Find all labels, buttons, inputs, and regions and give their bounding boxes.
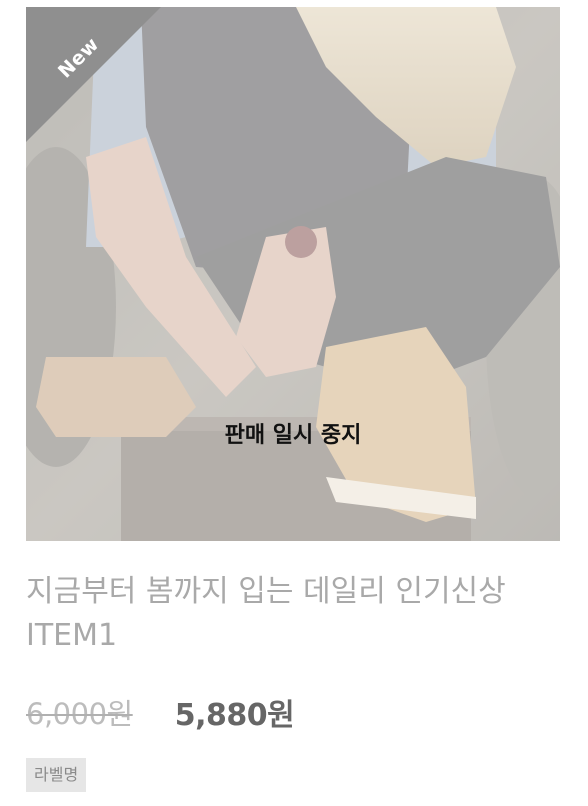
label-badge: 라벨명 (26, 758, 87, 792)
product-title[interactable]: 지금부터 봄까지 입는 데일리 인기신상 ITEM1 (26, 570, 566, 658)
price-row: 6,000원 5,880원 (26, 690, 295, 734)
new-ribbon (26, 7, 161, 142)
sale-price: 5,880원 (174, 698, 295, 733)
sales-suspended-label: 판매 일시 중지 (224, 423, 362, 448)
original-price: 6,000원 (26, 697, 133, 731)
product-card[interactable]: New 판매 일시 중지 지금부터 봄까지 입는 데일리 인기신상 ITEM1 … (0, 0, 588, 806)
product-image[interactable]: New 판매 일시 중지 (26, 7, 560, 541)
